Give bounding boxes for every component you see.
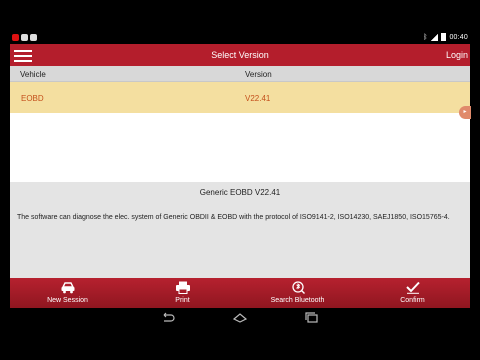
version-list — [10, 113, 470, 182]
column-header-version: Version — [245, 70, 272, 79]
status-bar: ᛒ 00:40 — [10, 32, 470, 44]
new-session-button[interactable]: New Session — [10, 278, 125, 308]
description-text: The software can diagnose the elec. syst… — [17, 214, 450, 221]
app-notification-icon — [30, 34, 37, 41]
print-button[interactable]: Print — [125, 278, 240, 308]
printer-icon — [175, 281, 190, 294]
column-header-vehicle: Vehicle — [20, 70, 46, 79]
status-icons: ᛒ 00:40 — [423, 33, 468, 41]
page-title: Select Version — [211, 50, 269, 60]
bottom-toolbar: New Session Print Search Bluetooth Confi… — [10, 278, 470, 308]
app-header: Select Version Login — [10, 44, 470, 66]
table-row[interactable]: EOBD V22.41 — [10, 82, 470, 113]
car-icon — [61, 282, 74, 294]
description-panel: Generic EOBD V22.41 The software can dia… — [10, 182, 470, 278]
login-button[interactable]: Login — [446, 50, 468, 60]
search-bluetooth-button[interactable]: Search Bluetooth — [240, 278, 355, 308]
row-vehicle: EOBD — [21, 94, 44, 103]
new-session-label: New Session — [47, 297, 88, 304]
signal-icon — [430, 33, 439, 41]
battery-icon — [441, 33, 447, 41]
back-icon[interactable] — [160, 312, 176, 324]
table-header: Vehicle Version — [10, 66, 470, 82]
description-title: Generic EOBD V22.41 — [199, 188, 281, 197]
checkmark-icon — [405, 281, 420, 294]
app-notification-icon — [21, 34, 28, 41]
home-icon[interactable] — [232, 312, 248, 324]
search-bluetooth-label: Search Bluetooth — [270, 297, 325, 304]
confirm-label: Confirm — [400, 297, 425, 304]
system-nav-bar — [0, 308, 480, 328]
app-notification-icon — [12, 34, 19, 41]
side-drawer-handle[interactable]: ▸ — [459, 106, 471, 119]
recent-apps-icon[interactable] — [304, 312, 320, 324]
print-label: Print — [175, 297, 190, 304]
bluetooth-search-icon — [291, 281, 305, 294]
notification-icons — [12, 34, 37, 41]
confirm-button[interactable]: Confirm — [355, 278, 470, 308]
bluetooth-icon: ᛒ — [423, 33, 428, 41]
row-version: V22.41 — [245, 94, 271, 103]
clock: 00:40 — [449, 33, 468, 41]
